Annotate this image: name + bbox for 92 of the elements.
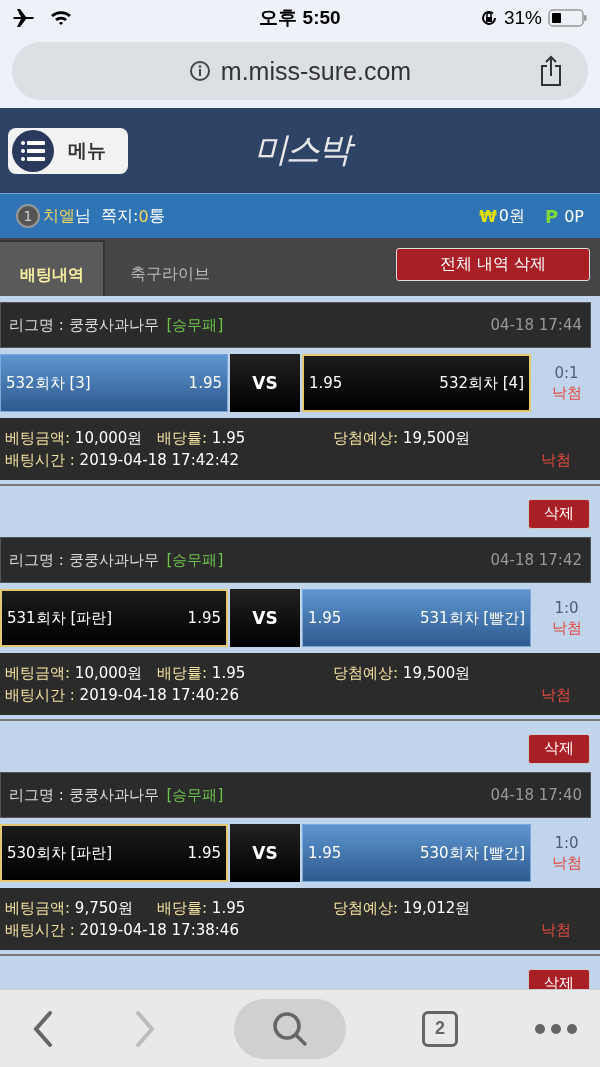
away-team-option[interactable]: 1.95 532회차 [4] [302, 354, 531, 412]
won-symbol: ₩ [479, 206, 497, 226]
expected-label: 당첨예상: [333, 663, 399, 682]
battery-icon [548, 8, 588, 28]
result-label: 낙첨 [551, 618, 582, 638]
league-name: 리그명 : 쿵쿵사과나무 [9, 315, 159, 335]
rate-label: 배당률: [157, 428, 208, 447]
league-name: 리그명 : 쿵쿵사과나무 [9, 785, 159, 805]
bet-amount: 10,000원 [74, 428, 143, 447]
points-amount: 0P [564, 206, 584, 226]
odds-rate: 1.95 [211, 428, 246, 447]
expected-win: 19,500원 [402, 428, 471, 447]
wifi-icon [50, 10, 72, 26]
amount-label: 베팅금액: [5, 898, 71, 917]
match-date: 04-18 17:44 [490, 316, 582, 334]
team-name: 531회차 [파란] [7, 608, 113, 628]
messages-unit: 통 [148, 205, 165, 227]
info-icon [188, 60, 211, 82]
tab[interactable]: 배팅내역 [0, 240, 105, 296]
odds-rate: 1.95 [211, 663, 246, 682]
airplane-icon [12, 8, 36, 28]
bet-time: 2019-04-18 17:40:26 [79, 686, 239, 704]
menu-button[interactable]: 메뉴 [8, 127, 128, 174]
vs-label: VS [230, 354, 300, 412]
team-name: 530회차 [빨간] [419, 843, 525, 863]
match-date: 04-18 17:40 [490, 786, 582, 804]
team-odds: 1.95 [187, 844, 221, 862]
vs-label: VS [230, 824, 300, 882]
bet-amount: 10,000원 [74, 663, 143, 682]
rate-label: 배당률: [157, 898, 208, 917]
market-type: [승무패] [166, 550, 224, 570]
bet-time-label: 배팅시간 : [5, 685, 75, 705]
match-score: 1:0 [554, 833, 579, 852]
team-name: 532회차 [3] [6, 373, 91, 393]
team-odds: 1.95 [309, 374, 343, 392]
more-icon[interactable] [534, 1022, 578, 1035]
vs-label: VS [230, 589, 300, 647]
market-type: [승무패] [166, 785, 224, 805]
team-odds: 1.95 [308, 844, 342, 862]
address-bar[interactable]: m.miss-sure.com [12, 42, 588, 100]
expected-label: 당첨예상: [333, 428, 399, 447]
team-odds: 1.95 [308, 609, 342, 627]
bet-amount: 9,750원 [74, 898, 133, 917]
money-amount: 0원 [498, 205, 525, 227]
odds-rate: 1.95 [211, 898, 246, 917]
team-name: 532회차 [4] [439, 373, 524, 393]
level-badge: 1 [16, 204, 40, 228]
league-name: 리그명 : 쿵쿵사과나무 [9, 550, 159, 570]
menu-icon [12, 129, 54, 172]
url-text: m.miss-sure.com [220, 56, 412, 86]
team-odds: 1.95 [187, 609, 221, 627]
match-score: 0:1 [554, 363, 579, 382]
battery-percent: 31% [503, 7, 542, 29]
delete-all-button[interactable]: 전체 내역 삭제 [396, 248, 590, 281]
messages-label[interactable]: 쪽지: [101, 205, 139, 227]
expected-label: 당첨예상: [333, 898, 399, 917]
rate-label: 배당률: [157, 663, 208, 682]
result-label: 낙첨 [551, 853, 582, 873]
rotation-lock-icon [479, 9, 498, 27]
share-icon[interactable] [538, 55, 564, 87]
honorific: 님 [75, 205, 91, 227]
expected-win: 19,012원 [402, 898, 471, 917]
delete-button[interactable]: 삭제 [528, 733, 590, 764]
tabs-button[interactable]: 2 [422, 1010, 458, 1047]
home-team-option[interactable]: 532회차 [3] 1.95 [0, 354, 228, 412]
team-odds: 1.95 [188, 374, 222, 392]
match-date: 04-18 17:42 [490, 551, 582, 569]
delete-button[interactable]: 삭제 [528, 498, 590, 529]
status-time: 오후 5:50 [258, 6, 342, 30]
bet-status: 낙첨 [541, 450, 571, 470]
home-team-option[interactable]: 530회차 [파란] 1.95 [0, 824, 228, 882]
user-name: 치엘 [43, 205, 75, 227]
amount-label: 베팅금액: [5, 428, 71, 447]
result-label: 낙첨 [551, 383, 582, 403]
bet-time: 2019-04-18 17:42:42 [79, 451, 239, 469]
team-name: 530회차 [파란] [7, 843, 113, 863]
tab[interactable]: 축구라이브 [105, 240, 235, 296]
market-type: [승무패] [166, 315, 224, 335]
points-symbol: P [544, 205, 559, 227]
bet-time: 2019-04-18 17:38:46 [79, 921, 239, 939]
site-logo[interactable]: 미스박 [250, 126, 360, 174]
bet-time-label: 배팅시간 : [5, 450, 75, 470]
bet-status: 낙첨 [541, 920, 571, 940]
team-name: 531회차 [빨간] [419, 608, 525, 628]
expected-win: 19,500원 [402, 663, 471, 682]
away-team-option[interactable]: 1.95 531회차 [빨간] [302, 589, 531, 647]
match-score: 1:0 [554, 598, 579, 617]
bet-time-label: 배팅시간 : [5, 920, 75, 940]
away-team-option[interactable]: 1.95 530회차 [빨간] [302, 824, 531, 882]
amount-label: 베팅금액: [5, 663, 71, 682]
bet-status: 낙첨 [541, 685, 571, 705]
home-team-option[interactable]: 531회차 [파란] 1.95 [0, 589, 228, 647]
